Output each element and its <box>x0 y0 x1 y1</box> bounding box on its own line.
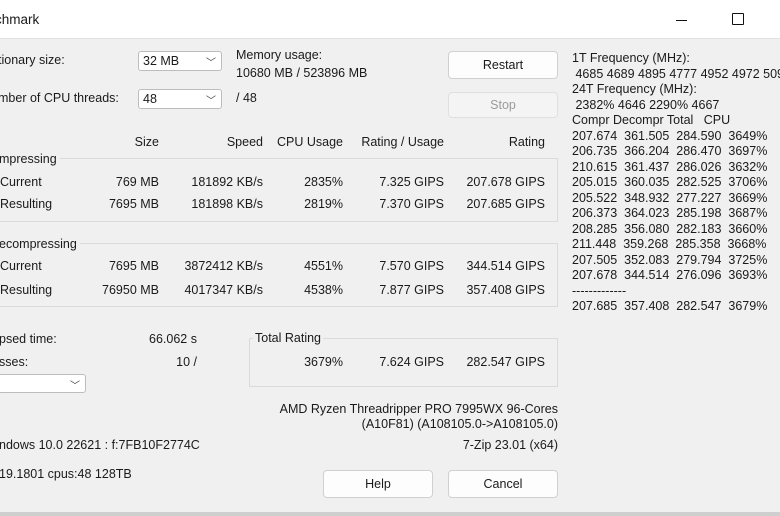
row-speed: 4017347 KB/s <box>184 283 263 297</box>
log-line: 207.505 352.083 279.794 3725% <box>572 252 768 267</box>
log-line: 207.674 361.505 284.590 3649% <box>572 128 768 143</box>
compressing-label: mpressing <box>0 152 60 166</box>
row-size: 7695 MB <box>108 197 159 211</box>
row-rating: 207.678 GIPS <box>466 175 545 189</box>
frequency-log: 1T Frequency (MHz): 4685 4689 4895 4777 … <box>572 51 780 315</box>
elapsed-time-value: 66.062 s <box>149 332 197 346</box>
row-cpu-usage: 4538% <box>304 283 343 297</box>
row-rating: 344.514 GIPS <box>466 259 545 273</box>
log-line: 210.615 361.437 286.026 3632% <box>572 159 768 174</box>
log-line: 2382% 4646 2290% 4667 <box>575 97 720 112</box>
passes-select[interactable]: ﹀ <box>0 374 86 393</box>
dictionary-size-select[interactable]: 32 MB ﹀ <box>138 51 222 71</box>
row-rating: 357.408 GIPS <box>466 283 545 297</box>
log-line: 208.285 356.080 282.183 3660% <box>572 221 768 236</box>
cpu-threads-value: 48 <box>143 92 157 106</box>
row-name: Current <box>0 259 42 273</box>
log-line: 211.448 359.268 285.358 3668% <box>572 237 767 251</box>
log-line: 1T Frequency (MHz): <box>572 51 690 65</box>
memory-usage-label: Memory usage: <box>236 48 323 62</box>
row-rating: 207.685 GIPS <box>466 197 545 211</box>
row-rating-per-usage: 7.570 GIPS <box>379 259 444 273</box>
memory-usage-value: 10680 MB / 523896 MB <box>236 66 368 80</box>
column-header-size: Size <box>134 135 159 149</box>
restart-button[interactable]: Restart <box>448 51 558 79</box>
log-line: ------------- <box>572 283 627 298</box>
row-size: 76950 MB <box>102 283 159 297</box>
row-rating-per-usage: 7.877 GIPS <box>379 283 444 297</box>
title-bar: chmark <box>0 0 780 39</box>
row-size: 7695 MB <box>108 259 159 273</box>
cpu-id: (A10F81) (A108105.0->A108105.0) <box>361 417 558 431</box>
row-speed: 181898 KB/s <box>191 197 263 211</box>
log-line: 205.522 348.932 277.227 3669% <box>572 190 768 205</box>
chevron-down-icon: ﹀ <box>206 58 216 69</box>
row-speed: 3872412 KB/s <box>184 259 263 273</box>
cpu-threads-total: / 48 <box>236 91 257 105</box>
dictionary-size-value: 32 MB <box>143 54 180 68</box>
chevron-down-icon: ﹀ <box>206 96 216 107</box>
help-button[interactable]: Help <box>323 470 433 498</box>
os-info: ndows 10.0 22621 : f:7FB10F2774C <box>0 438 200 452</box>
log-line: 4685 4689 4895 4777 4952 4972 509 <box>575 66 780 81</box>
passes-label: sses: <box>0 355 29 369</box>
window-bottom-edge <box>0 512 780 516</box>
minimize-icon[interactable] <box>664 2 700 36</box>
window-title: chmark <box>0 12 40 27</box>
cpu-threads-select[interactable]: 48 ﹀ <box>138 89 222 109</box>
row-name: Resulting <box>0 283 53 297</box>
row-size: 769 MB <box>115 175 159 189</box>
total-rating-per-usage: 7.624 GIPS <box>379 355 444 369</box>
cancel-button[interactable]: Cancel <box>448 470 558 498</box>
row-cpu-usage: 2819% <box>304 197 343 211</box>
log-line: 205.015 360.035 282.525 3706% <box>572 175 768 189</box>
column-header-speed: Speed <box>226 135 263 149</box>
dictionary-size-label: tionary size: <box>0 53 65 67</box>
elapsed-time-label: psed time: <box>0 332 57 346</box>
column-header-rating: Rating <box>508 135 545 149</box>
log-line: 24T Frequency (MHz): <box>572 82 697 96</box>
cpu-name: AMD Ryzen Threadripper PRO 7995WX 96-Cor… <box>279 402 558 416</box>
column-header-rating-per-usage: Rating / Usage <box>361 135 444 149</box>
log-line: 207.685 357.408 282.547 3679% <box>572 299 768 313</box>
decompressing-group <box>0 243 558 307</box>
chevron-down-icon: ﹀ <box>70 381 80 392</box>
row-rating-per-usage: 7.370 GIPS <box>379 197 444 211</box>
row-cpu-usage: 2835% <box>304 175 343 189</box>
app-version: 7-Zip 23.01 (x64) <box>462 438 558 452</box>
log-line: 206.735 366.204 286.470 3697% <box>572 144 768 158</box>
total-rating-label: Total Rating <box>253 331 324 345</box>
cpu-threads-label: mber of CPU threads: <box>0 91 119 105</box>
stop-button[interactable]: Stop <box>448 92 558 118</box>
passes-value: 10 / <box>176 355 197 369</box>
log-line: 206.373 364.023 285.198 3687% <box>572 206 768 220</box>
total-cpu-usage: 3679% <box>304 355 343 369</box>
maximize-icon[interactable] <box>720 2 756 36</box>
decompressing-label: ecompressing <box>0 237 80 251</box>
log-line: 207.678 344.514 276.096 3693% <box>572 268 768 282</box>
row-name: Resulting <box>0 197 53 211</box>
total-rating-value: 282.547 GIPS <box>466 355 545 369</box>
row-name: Current <box>0 175 42 189</box>
column-header-cpu-usage: CPU Usage <box>277 135 343 149</box>
row-speed: 181892 KB/s <box>191 175 263 189</box>
row-cpu-usage: 4551% <box>304 259 343 273</box>
row-rating-per-usage: 7.325 GIPS <box>379 175 444 189</box>
build-info: 19.1801 cpus:48 128TB <box>0 467 132 481</box>
log-line: Compr Decompr Total CPU <box>572 113 731 127</box>
compressing-group <box>0 158 558 222</box>
